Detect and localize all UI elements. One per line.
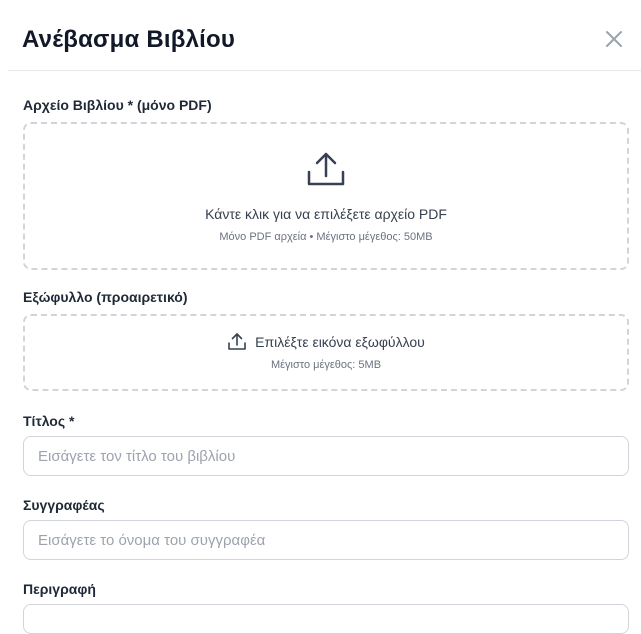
upload-book-modal: Ανέβασμα Βιβλίου Αρχείο Βιβλίου * (μόνο …	[0, 0, 641, 634]
cover-dropzone-text: Επιλέξτε εικόνα εξωφύλλου	[255, 334, 425, 350]
description-textarea[interactable]	[23, 604, 629, 634]
pdf-upload-label: Αρχείο Βιβλίου * (μόνο PDF)	[23, 97, 212, 113]
author-input[interactable]	[23, 520, 629, 560]
title-label: Τίτλος *	[23, 413, 75, 429]
pdf-dropzone[interactable]: Κάντε κλικ για να επιλέξετε αρχείο PDF Μ…	[23, 122, 629, 270]
pdf-dropzone-text: Κάντε κλικ για να επιλέξετε αρχείο PDF	[205, 206, 447, 222]
cover-upload-label: Εξώφυλλο (προαιρετικό)	[23, 289, 188, 305]
cover-dropzone[interactable]: Επιλέξτε εικόνα εξωφύλλου Μέγιστο μέγεθο…	[23, 314, 629, 391]
modal-header: Ανέβασμα Βιβλίου	[8, 0, 641, 71]
author-label: Συγγραφέας	[23, 497, 105, 513]
title-input[interactable]	[23, 436, 629, 476]
close-icon[interactable]	[603, 28, 625, 50]
cover-dropzone-hint: Μέγιστο μέγεθος: 5MB	[270, 359, 382, 371]
upload-icon	[227, 332, 247, 352]
modal-title: Ανέβασμα Βιβλίου	[22, 26, 236, 53]
upload-icon	[25, 150, 627, 195]
description-label: Περιγραφή	[23, 581, 96, 597]
pdf-dropzone-hint: Μόνο PDF αρχεία • Μέγιστο μέγεθος: 50MB	[219, 231, 433, 243]
cover-dropzone-row: Επιλέξτε εικόνα εξωφύλλου	[25, 332, 627, 352]
